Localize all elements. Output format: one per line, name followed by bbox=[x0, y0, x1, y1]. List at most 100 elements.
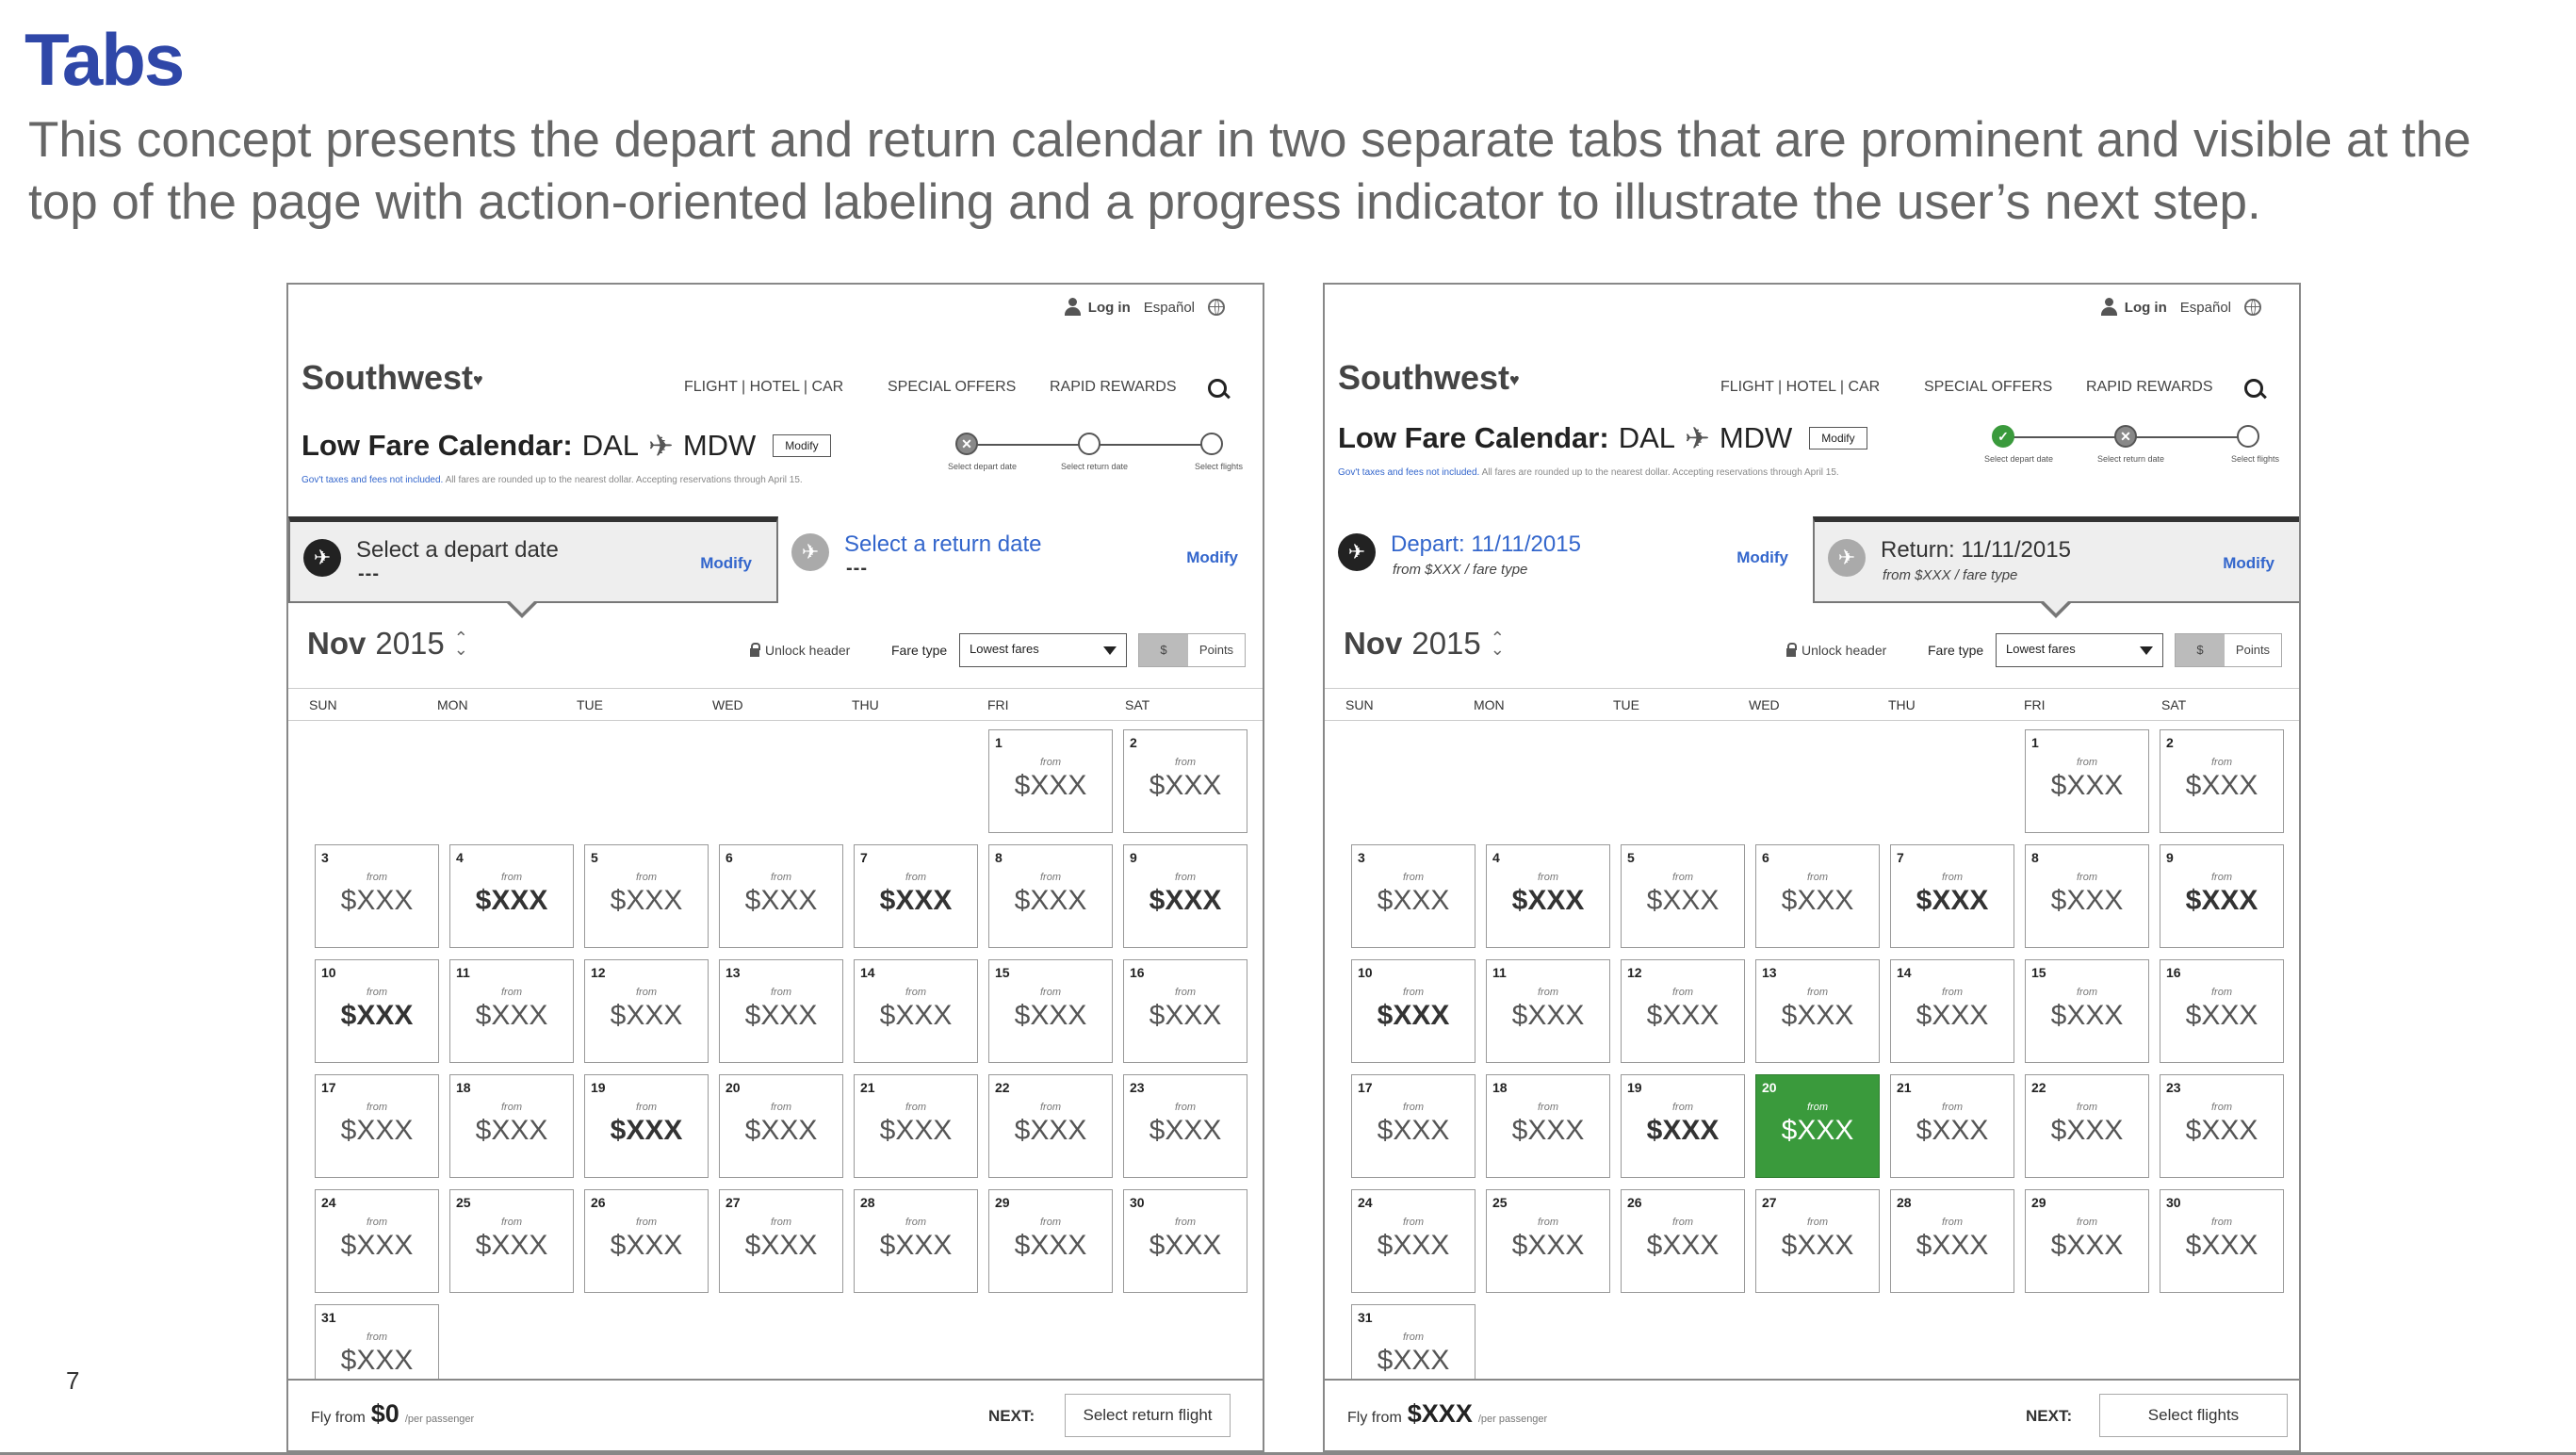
tab-return-date[interactable]: ✈ Return: 11/11/2015 from $XXX / fare ty… bbox=[1813, 516, 2299, 603]
calendar-day-cell[interactable]: 22 from $XXX bbox=[2025, 1074, 2149, 1178]
tab-return-date[interactable]: ✈ Select a return date --- Modify bbox=[778, 516, 1263, 603]
calendar-day-cell[interactable]: 27 from $XXX bbox=[719, 1189, 843, 1293]
unlock-header-toggle[interactable]: Unlock header bbox=[750, 642, 850, 658]
nav-flight-hotel-car[interactable]: FLIGHT | HOTEL | CAR bbox=[1720, 379, 1880, 396]
calendar-day-cell[interactable]: 27 from $XXX bbox=[1755, 1189, 1880, 1293]
calendar-day-cell[interactable]: 17 from $XXX bbox=[315, 1074, 439, 1178]
fare-price: $XXX bbox=[1377, 1000, 1450, 1031]
calendar-day-cell[interactable]: 3 from $XXX bbox=[1351, 844, 1475, 948]
calendar-day-cell[interactable]: 26 from $XXX bbox=[1621, 1189, 1745, 1293]
tab-depart-date[interactable]: ✈ Depart: 11/11/2015 from $XXX / fare ty… bbox=[1325, 516, 1813, 603]
unlock-header-toggle[interactable]: Unlock header bbox=[1786, 642, 1886, 658]
calendar-day-cell[interactable]: 19 from $XXX bbox=[584, 1074, 709, 1178]
day-number: 9 bbox=[1130, 850, 1137, 865]
tax-link[interactable]: Gov't taxes and fees not included. bbox=[302, 475, 443, 485]
calendar-day-cell[interactable]: 18 from $XXX bbox=[449, 1074, 574, 1178]
currency-toggle[interactable]: $ Points bbox=[1138, 633, 1246, 667]
calendar-day-cell[interactable]: 4 from $XXX bbox=[449, 844, 574, 948]
calendar-day-cell[interactable]: 21 from $XXX bbox=[1890, 1074, 2014, 1178]
calendar-day-cell[interactable]: 25 from $XXX bbox=[1486, 1189, 1610, 1293]
calendar-day-cell[interactable]: 1 from $XXX bbox=[988, 729, 1113, 833]
calendar-day-cell[interactable]: 7 from $XXX bbox=[1890, 844, 2014, 948]
calendar-day-cell[interactable]: 10 from $XXX bbox=[315, 959, 439, 1063]
calendar-day-cell[interactable]: 25 from $XXX bbox=[449, 1189, 574, 1293]
month-selector[interactable]: Nov 2015 ⌃ ⌄ bbox=[1344, 626, 1505, 662]
nav-special-offers[interactable]: SPECIAL OFFERS bbox=[888, 379, 1016, 396]
calendar-day-cell[interactable]: 24 from $XXX bbox=[1351, 1189, 1475, 1293]
calendar-day-cell[interactable]: 2 from $XXX bbox=[2160, 729, 2284, 833]
calendar-day-cell[interactable]: 16 from $XXX bbox=[1123, 959, 1247, 1063]
calendar-day-cell[interactable]: 17 from $XXX bbox=[1351, 1074, 1475, 1178]
calendar-day-cell[interactable]: 13 from $XXX bbox=[1755, 959, 1880, 1063]
language-link[interactable]: Español bbox=[1144, 300, 1195, 316]
tab-modify-link[interactable]: Modify bbox=[1186, 548, 1238, 567]
tab-depart-date[interactable]: ✈ Select a depart date --- Modify bbox=[288, 516, 778, 603]
calendar-day-cell[interactable]: 7 from $XXX bbox=[854, 844, 978, 948]
calendar-day-cell[interactable]: 9 from $XXX bbox=[1123, 844, 1247, 948]
calendar-day-cell[interactable]: 3 from $XXX bbox=[315, 844, 439, 948]
fare-type-select[interactable]: Lowest fares bbox=[1996, 633, 2163, 667]
calendar-day-cell[interactable]: 15 from $XXX bbox=[988, 959, 1113, 1063]
select-flights-button[interactable]: Select flights bbox=[2099, 1394, 2288, 1437]
calendar-day-cell[interactable]: 29 from $XXX bbox=[988, 1189, 1113, 1293]
tax-link[interactable]: Gov't taxes and fees not included. bbox=[1338, 467, 1479, 478]
login-link[interactable]: Log in bbox=[1064, 298, 1131, 317]
calendar-day-cell[interactable]: 20 from $XXX bbox=[1755, 1074, 1880, 1178]
calendar-day-cell[interactable]: 30 from $XXX bbox=[2160, 1189, 2284, 1293]
calendar-day-cell[interactable]: 6 from $XXX bbox=[719, 844, 843, 948]
search-icon[interactable] bbox=[2244, 379, 2263, 398]
login-link[interactable]: Log in bbox=[2100, 298, 2167, 317]
tab-modify-link[interactable]: Modify bbox=[2223, 554, 2274, 573]
calendar-day-cell[interactable]: 23 from $XXX bbox=[1123, 1074, 1247, 1178]
fare-type-select[interactable]: Lowest fares bbox=[959, 633, 1127, 667]
calendar-day-cell[interactable]: 23 from $XXX bbox=[2160, 1074, 2284, 1178]
tab-modify-link[interactable]: Modify bbox=[700, 554, 752, 573]
calendar-day-cell[interactable]: 28 from $XXX bbox=[854, 1189, 978, 1293]
modify-route-button[interactable]: Modify bbox=[773, 434, 831, 457]
language-link[interactable]: Español bbox=[2180, 300, 2231, 316]
calendar-day-cell[interactable]: 15 from $XXX bbox=[2025, 959, 2149, 1063]
calendar-day-cell[interactable]: 30 from $XXX bbox=[1123, 1189, 1247, 1293]
nav-rapid-rewards[interactable]: RAPID REWARDS bbox=[1050, 379, 1177, 396]
tab-modify-link[interactable]: Modify bbox=[1736, 548, 1788, 567]
calendar-day-cell[interactable]: 18 from $XXX bbox=[1486, 1074, 1610, 1178]
nav-flight-hotel-car[interactable]: FLIGHT | HOTEL | CAR bbox=[684, 379, 843, 396]
globe-icon[interactable] bbox=[1208, 299, 1225, 316]
calendar-day-cell[interactable]: 20 from $XXX bbox=[719, 1074, 843, 1178]
calendar-day-cell[interactable]: 14 from $XXX bbox=[854, 959, 978, 1063]
calendar-day-cell[interactable]: 24 from $XXX bbox=[315, 1189, 439, 1293]
select-return-flight-button[interactable]: Select return flight bbox=[1065, 1394, 1231, 1437]
currency-toggle[interactable]: $ Points bbox=[2175, 633, 2282, 667]
month-selector[interactable]: Nov 2015 ⌃ ⌄ bbox=[307, 626, 468, 662]
calendar-day-cell[interactable]: 22 from $XXX bbox=[988, 1074, 1113, 1178]
calendar-day-cell[interactable]: 16 from $XXX bbox=[2160, 959, 2284, 1063]
calendar-day-cell[interactable]: 8 from $XXX bbox=[2025, 844, 2149, 948]
calendar-day-cell[interactable]: 4 from $XXX bbox=[1486, 844, 1610, 948]
calendar-day-cell[interactable]: 10 from $XXX bbox=[1351, 959, 1475, 1063]
calendar-day-cell[interactable]: 6 from $XXX bbox=[1755, 844, 1880, 948]
calendar-day-cell[interactable]: 29 from $XXX bbox=[2025, 1189, 2149, 1293]
search-icon[interactable] bbox=[1208, 379, 1227, 398]
calendar-day-cell[interactable]: 5 from $XXX bbox=[1621, 844, 1745, 948]
calendar-day-cell[interactable]: 13 from $XXX bbox=[719, 959, 843, 1063]
calendar-day-cell[interactable]: 26 from $XXX bbox=[584, 1189, 709, 1293]
calendar-day-cell[interactable]: 12 from $XXX bbox=[1621, 959, 1745, 1063]
calendar-day-cell[interactable]: 1 from $XXX bbox=[2025, 729, 2149, 833]
brand-logo[interactable]: Southwest♥ bbox=[302, 358, 483, 398]
calendar-day-cell[interactable]: 11 from $XXX bbox=[1486, 959, 1610, 1063]
calendar-day-cell[interactable]: 11 from $XXX bbox=[449, 959, 574, 1063]
nav-rapid-rewards[interactable]: RAPID REWARDS bbox=[2086, 379, 2213, 396]
calendar-day-cell[interactable]: 5 from $XXX bbox=[584, 844, 709, 948]
calendar-day-cell[interactable]: 28 from $XXX bbox=[1890, 1189, 2014, 1293]
calendar-day-cell[interactable]: 9 from $XXX bbox=[2160, 844, 2284, 948]
modify-route-button[interactable]: Modify bbox=[1809, 427, 1867, 450]
globe-icon[interactable] bbox=[2244, 299, 2261, 316]
calendar-day-cell[interactable]: 12 from $XXX bbox=[584, 959, 709, 1063]
calendar-day-cell[interactable]: 8 from $XXX bbox=[988, 844, 1113, 948]
calendar-day-cell[interactable]: 19 from $XXX bbox=[1621, 1074, 1745, 1178]
calendar-day-cell[interactable]: 2 from $XXX bbox=[1123, 729, 1247, 833]
calendar-day-cell[interactable]: 21 from $XXX bbox=[854, 1074, 978, 1178]
calendar-day-cell[interactable]: 14 from $XXX bbox=[1890, 959, 2014, 1063]
nav-special-offers[interactable]: SPECIAL OFFERS bbox=[1924, 379, 2052, 396]
brand-logo[interactable]: Southwest♥ bbox=[1338, 358, 1520, 398]
